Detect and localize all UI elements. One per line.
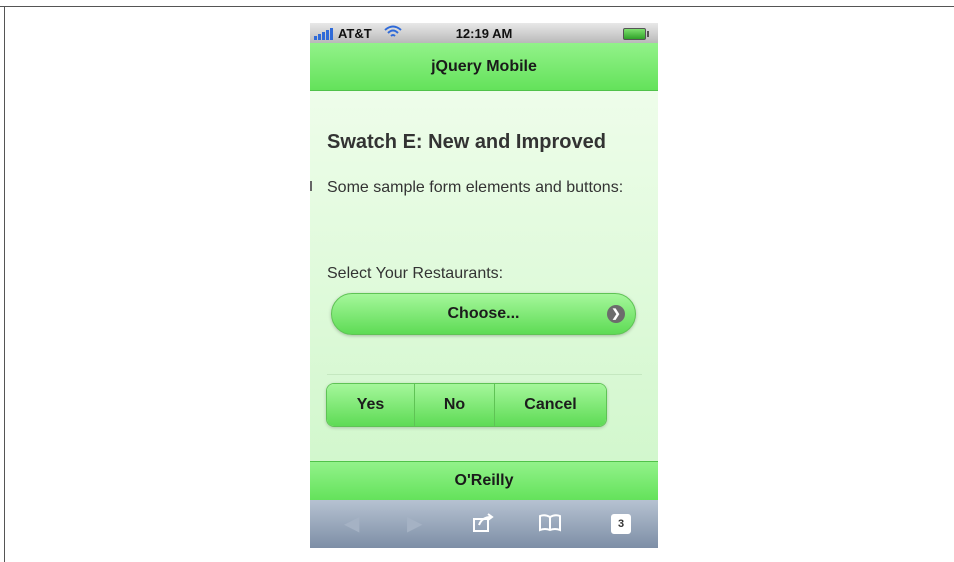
cancel-button[interactable]: Cancel bbox=[495, 384, 606, 426]
status-bar: AT&T 12:19 AM bbox=[310, 23, 658, 43]
browser-toolbar: ◀ ▶ 3 bbox=[310, 500, 658, 548]
description-text: Some sample form elements and buttons: bbox=[327, 179, 624, 196]
header-title: jQuery Mobile bbox=[431, 57, 537, 75]
frame-border-left bbox=[4, 6, 5, 562]
button-group: Yes No Cancel bbox=[326, 383, 607, 427]
scroll-indicator bbox=[310, 181, 312, 191]
no-button[interactable]: No bbox=[415, 384, 495, 426]
tabs-icon[interactable]: 3 bbox=[611, 514, 631, 534]
back-icon[interactable]: ◀ bbox=[344, 512, 359, 536]
page-title: Swatch E: New and Improved bbox=[327, 131, 606, 153]
frame-border-top bbox=[0, 6, 954, 7]
clock: 12:19 AM bbox=[455, 26, 513, 41]
restaurant-select[interactable]: Choose... ❯ bbox=[331, 293, 636, 335]
footer-title: O'Reilly bbox=[454, 472, 514, 489]
select-value: Choose... bbox=[447, 305, 520, 322]
chevron-down-icon: ❯ bbox=[607, 305, 625, 323]
footer-bar: O'Reilly bbox=[310, 461, 658, 500]
yes-button[interactable]: Yes bbox=[327, 384, 415, 426]
phone-screen: AT&T 12:19 AM jQuery Mobile Swatch E: Ne… bbox=[310, 23, 658, 548]
share-icon[interactable] bbox=[472, 513, 494, 533]
bookmarks-icon[interactable] bbox=[538, 514, 562, 532]
divider bbox=[327, 374, 642, 375]
header-bar: jQuery Mobile bbox=[310, 43, 658, 91]
battery-icon bbox=[623, 28, 649, 40]
forward-icon[interactable]: ▶ bbox=[407, 512, 422, 536]
select-label: Select Your Restaurants: bbox=[327, 265, 504, 282]
page-content: Swatch E: New and Improved Some sample f… bbox=[310, 91, 658, 461]
